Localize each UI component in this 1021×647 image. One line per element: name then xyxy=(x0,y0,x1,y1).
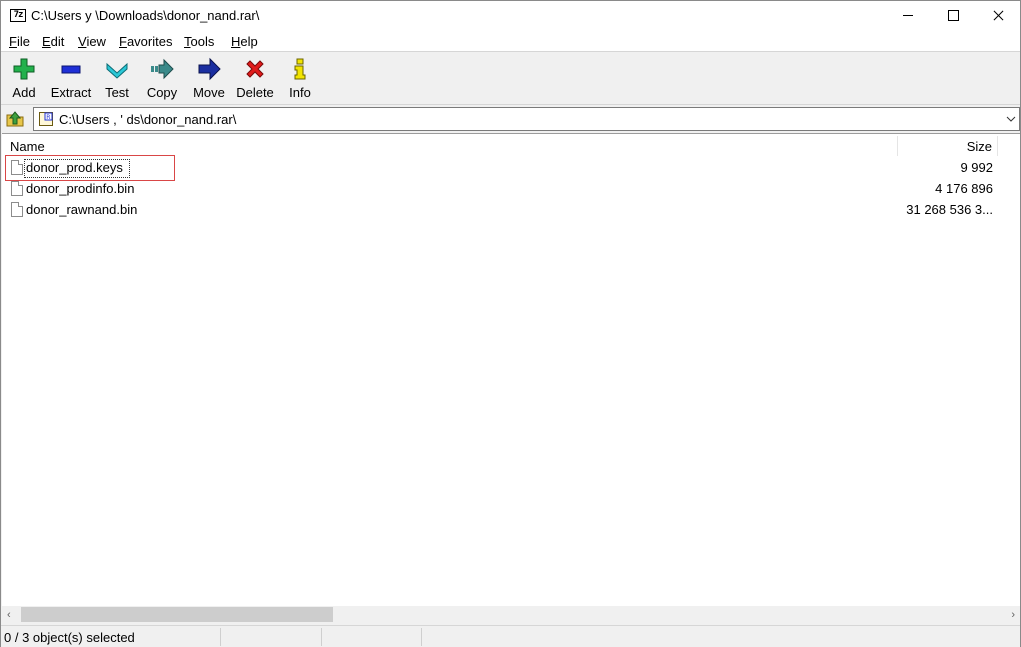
file-name: donor_rawnand.bin xyxy=(26,202,138,217)
title-bar: 7z C:\Users y \Downloads\donor_nand.rar\ xyxy=(1,1,1020,31)
file-name: donor_prodinfo.bin xyxy=(26,181,135,196)
check-chevron-icon xyxy=(106,62,128,79)
horizontal-scrollbar[interactable]: ‹ › xyxy=(2,606,1020,623)
maximize-button[interactable] xyxy=(931,1,977,31)
chevron-down-icon[interactable] xyxy=(1006,115,1016,123)
file-size: 9 992 xyxy=(960,160,993,175)
scroll-left-icon[interactable]: ‹ xyxy=(7,609,11,621)
menu-tools[interactable]: Tools xyxy=(184,34,214,49)
menu-file[interactable]: File xyxy=(9,34,30,49)
window-title: C:\Users y \Downloads\donor_nand.rar\ xyxy=(31,8,260,23)
copy-label: Copy xyxy=(146,85,178,100)
delete-button[interactable]: Delete xyxy=(234,55,276,101)
status-divider xyxy=(220,628,221,646)
delete-label: Delete xyxy=(236,85,274,100)
info-button[interactable]: Info xyxy=(286,55,314,101)
minimize-button[interactable] xyxy=(885,1,931,31)
info-label: Info xyxy=(289,85,311,100)
archive-icon: R xyxy=(39,112,53,126)
file-name: donor_prod.keys xyxy=(26,160,123,175)
path-combobox[interactable]: R C:\Users , ' ds\donor_nand.rar\ xyxy=(33,107,1020,131)
file-icon xyxy=(11,160,23,175)
minus-icon xyxy=(61,65,81,74)
file-size: 4 176 896 xyxy=(935,181,993,196)
status-divider xyxy=(321,628,322,646)
test-label: Test xyxy=(105,85,129,100)
extract-label: Extract xyxy=(50,85,92,100)
column-name-header[interactable]: Name xyxy=(10,139,45,154)
menu-view[interactable]: View xyxy=(78,34,106,49)
info-icon xyxy=(294,58,306,80)
selection-status: 0 / 3 object(s) selected xyxy=(4,630,135,645)
extract-button[interactable]: Extract xyxy=(48,55,94,101)
close-button[interactable] xyxy=(976,1,1021,31)
address-bar: R C:\Users , ' ds\donor_nand.rar\ xyxy=(1,106,1020,132)
move-label: Move xyxy=(193,85,225,100)
svg-text:R: R xyxy=(46,114,50,121)
menu-help[interactable]: Help xyxy=(231,34,258,49)
copy-button[interactable]: Copy xyxy=(143,55,181,101)
file-list[interactable]: Name Size donor_prod.keys 9 992 donor_pr… xyxy=(2,133,1020,606)
column-header: Name Size xyxy=(2,134,1020,157)
file-size: 31 268 536 3... xyxy=(906,202,993,217)
scroll-right-icon[interactable]: › xyxy=(1011,609,1015,621)
add-button[interactable]: Add xyxy=(6,55,42,101)
file-icon xyxy=(11,202,23,217)
toolbar: Add Extract Test Copy Move Delete Info xyxy=(1,53,1020,105)
file-row[interactable]: donor_prod.keys 9 992 xyxy=(2,158,1020,179)
folder-up-button[interactable] xyxy=(5,108,27,130)
test-button[interactable]: Test xyxy=(100,55,134,101)
status-bar: 0 / 3 object(s) selected xyxy=(1,625,1020,647)
file-row[interactable]: donor_rawnand.bin 31 268 536 3... xyxy=(2,200,1020,221)
app-logo-icon: 7z xyxy=(10,9,26,22)
menu-favorites[interactable]: Favorites xyxy=(119,34,172,49)
plus-icon xyxy=(13,58,35,80)
column-divider[interactable] xyxy=(897,136,898,156)
file-row[interactable]: donor_prodinfo.bin 4 176 896 xyxy=(2,179,1020,200)
copy-arrow-icon xyxy=(151,58,174,80)
column-size-header[interactable]: Size xyxy=(967,139,992,154)
move-arrow-icon xyxy=(198,57,221,81)
column-divider[interactable] xyxy=(997,136,998,156)
add-label: Add xyxy=(12,85,36,100)
folder-up-icon xyxy=(6,111,24,127)
app-window: 7z C:\Users y \Downloads\donor_nand.rar\… xyxy=(0,0,1021,647)
menu-edit[interactable]: Edit xyxy=(42,34,64,49)
path-text: C:\Users , ' ds\donor_nand.rar\ xyxy=(59,112,237,127)
file-icon xyxy=(11,181,23,196)
delete-x-icon xyxy=(246,60,264,78)
move-button[interactable]: Move xyxy=(190,55,228,101)
status-divider xyxy=(421,628,422,646)
menu-bar: File Edit View Favorites Tools Help xyxy=(1,31,1020,52)
scrollbar-thumb[interactable] xyxy=(21,607,333,622)
